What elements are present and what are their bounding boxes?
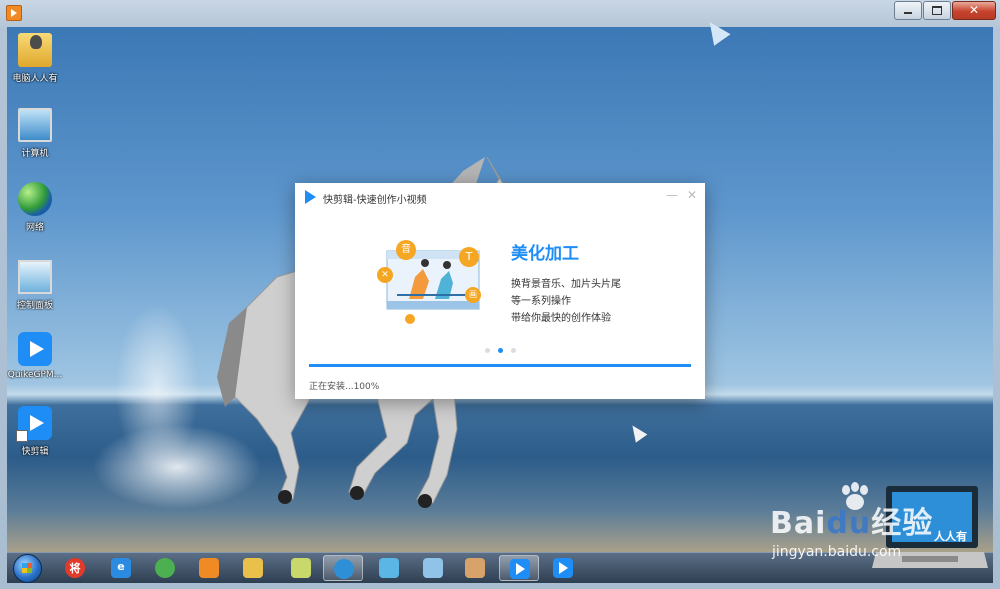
taskbar-item-settings-app[interactable]	[369, 555, 409, 581]
kuaijianji-icon	[553, 558, 573, 578]
app-red-icon: 将	[65, 558, 85, 578]
media-player-icon	[199, 558, 219, 578]
host-maximize-button[interactable]	[923, 1, 951, 20]
text-badge-icon: T	[459, 247, 479, 267]
internet-explorer-icon: e	[111, 558, 131, 578]
paint-app-icon	[465, 558, 485, 578]
kuaijianji-installer-icon	[510, 559, 530, 579]
brand-part: Bai	[770, 506, 827, 541]
install-progress-fill	[309, 364, 691, 367]
installer-titlebar[interactable]: 快剪辑-快速创作小视频 — ✕	[295, 183, 705, 211]
host-close-button[interactable]: ✕	[952, 1, 996, 20]
timeline-dot-icon	[405, 314, 415, 324]
installer-title: 快剪辑-快速创作小视频	[323, 195, 427, 206]
taskbar-glyph: 将	[69, 562, 81, 575]
browser-360-icon	[334, 559, 354, 579]
baidu-jingyan-watermark: 人人有 Baidu经验 jingyan.baidu.com	[760, 480, 990, 580]
kuaijianji-app-icon	[18, 332, 52, 366]
computer-icon	[18, 108, 52, 142]
host-app-icon	[6, 5, 22, 21]
music-badge-icon: 音	[396, 240, 416, 260]
desktop-icon-label: 快剪辑	[21, 447, 49, 457]
control-panel-icon	[423, 558, 443, 578]
taskbar-item-kuaijianji-installer[interactable]	[499, 555, 539, 581]
taskbar-item-app-red[interactable]: 将	[55, 555, 95, 581]
watermark-url: jingyan.baidu.com	[772, 544, 902, 560]
install-progress-bar	[309, 364, 691, 367]
kuaijianji-app-icon	[16, 406, 52, 442]
file-explorer-icon	[243, 558, 263, 578]
taskbar-item-paint-app[interactable]	[455, 555, 495, 581]
host-window-controls: ✕	[893, 1, 996, 20]
desktop-icon-installer[interactable]: QuikeGPM...	[7, 332, 65, 380]
slide-line: 带给你最快的创作体验	[511, 313, 611, 324]
desktop-icon-control-panel[interactable]: 控制面板	[7, 260, 65, 311]
brand-part: du	[826, 506, 872, 541]
carousel-dot[interactable]	[485, 348, 490, 353]
taskbar-item-file-explorer[interactable]	[233, 555, 273, 581]
installer-close-button[interactable]: ✕	[685, 188, 699, 202]
host-minimize-button[interactable]	[894, 1, 922, 20]
chrome-icon	[155, 558, 175, 578]
carousel-dot[interactable]	[498, 348, 503, 353]
folder-app-icon	[291, 558, 311, 578]
desktop-icon-label: 电脑人人有	[12, 74, 58, 84]
slide-line: 换背景音乐、加片头片尾	[511, 279, 621, 290]
laptop-logo-text: 人人有	[934, 530, 967, 543]
desktop-icon-label: 计算机	[21, 149, 49, 159]
brand-part: 经验	[871, 506, 934, 541]
close-icon: ✕	[968, 3, 980, 17]
desktop-icon-computer[interactable]: 计算机	[7, 108, 65, 159]
carousel-dots	[483, 346, 519, 354]
kuaijianji-logo-icon	[305, 190, 316, 204]
desktop-icon-kuaijianji[interactable]: 快剪辑	[7, 406, 65, 457]
taskbar-item-control-panel[interactable]	[413, 555, 453, 581]
shortcut-arrow-icon	[16, 430, 28, 442]
slide-headline: 美化加工	[511, 244, 579, 264]
taskbar-item-browser-360[interactable]	[323, 555, 363, 581]
carousel-dot[interactable]	[511, 348, 516, 353]
desktop-icon-label: QuikeGPM...	[7, 370, 63, 380]
effect-badge-icon: ✕	[377, 267, 393, 283]
taskbar-item-kuaijianji[interactable]	[543, 555, 583, 581]
taskbar-glyph: e	[117, 560, 125, 573]
user-folder-icon	[18, 33, 52, 67]
control-panel-icon	[18, 260, 52, 294]
network-globe-icon	[18, 182, 52, 216]
slide-line: 等一系列操作	[511, 296, 571, 307]
installer-minimize-button[interactable]: —	[665, 188, 679, 202]
image-badge-icon: 画	[465, 287, 481, 303]
install-status-text: 正在安装...100%	[309, 382, 380, 392]
installer-dialog: 快剪辑-快速创作小视频 — ✕ 音 T ✕ 画 美化加工 换背景音乐、加片头片尾…	[295, 183, 705, 399]
baidu-jingyan-logo: Baidu经验	[770, 498, 933, 542]
taskbar-item-folder-app[interactable]	[281, 555, 321, 581]
desktop-icon-user-folder[interactable]: 电脑人人有	[7, 33, 65, 84]
start-button[interactable]	[13, 554, 42, 583]
taskbar-item-internet-explorer[interactable]: e	[101, 555, 141, 581]
taskbar-item-chrome[interactable]	[145, 555, 185, 581]
taskbar-item-media-player[interactable]	[189, 555, 229, 581]
settings-app-icon	[379, 558, 399, 578]
desktop-icon-label: 控制面板	[16, 301, 53, 311]
host-titlebar: ✕	[0, 0, 1000, 26]
desktop-icon-network[interactable]: 网络	[7, 182, 65, 233]
desktop-icon-label: 网络	[25, 223, 44, 233]
